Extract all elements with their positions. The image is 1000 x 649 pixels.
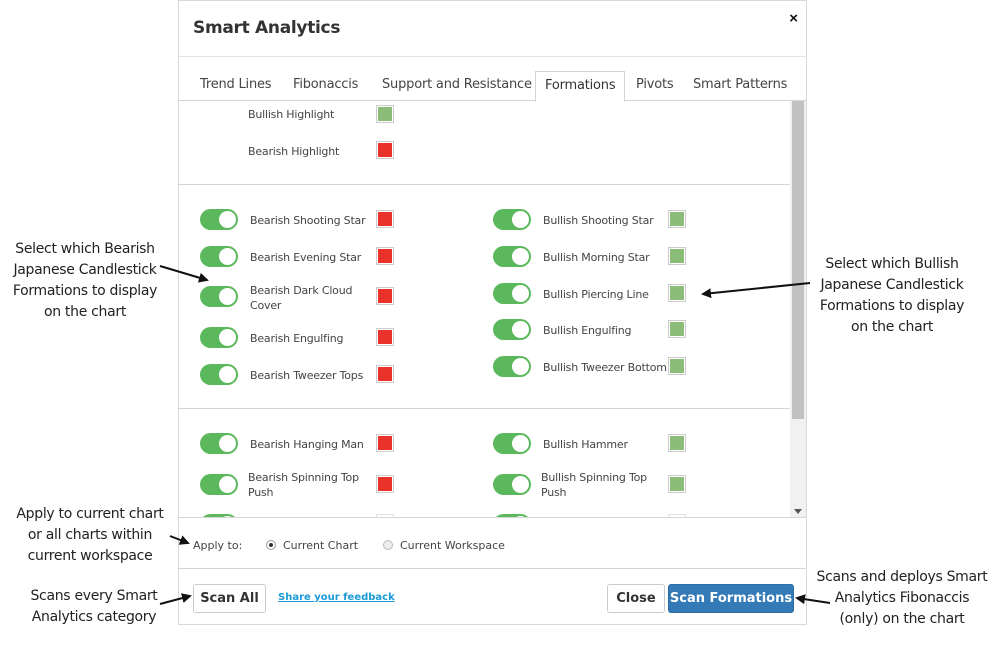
vertical-scrollbar[interactable] — [790, 101, 806, 517]
bullish-piercing-line-label: Bullish Piercing Line — [543, 288, 649, 301]
bullish-shooting-star-label: Bullish Shooting Star — [543, 214, 654, 227]
toggle-bearish-dark-cloud-cover[interactable] — [200, 286, 238, 307]
bearish-shooting-star-color-swatch[interactable] — [376, 210, 394, 228]
bullish-spinning-top-push-color-swatch[interactable] — [668, 475, 686, 493]
bullish-highlight-color-swatch[interactable] — [376, 105, 394, 123]
bearish-dark-cloud-cover-color-swatch[interactable] — [376, 287, 394, 305]
close-icon[interactable]: × — [789, 11, 798, 27]
section-divider — [179, 184, 790, 185]
toggle-bullish-engulfing[interactable] — [493, 319, 531, 340]
toggle-bullish-tweezer-bottom[interactable] — [493, 356, 531, 377]
close-button[interactable]: Close — [607, 584, 665, 613]
dialog-footer: Scan All Share your feedback Close Scan … — [179, 569, 806, 625]
bullish-piercing-line-color-swatch[interactable] — [668, 284, 686, 302]
tab-trend-lines[interactable]: Trend Lines — [200, 71, 272, 101]
dialog-header: Smart Analytics × — [179, 1, 806, 57]
dialog-title: Smart Analytics — [193, 18, 341, 38]
toggle-bullish-spinning-top-push[interactable] — [493, 474, 531, 495]
tab-pivots[interactable]: Pivots — [636, 71, 674, 101]
scan-all-button[interactable]: Scan All — [193, 584, 266, 613]
bearish-engulfing-label: Bearish Engulfing — [250, 332, 344, 345]
bullish-highlight-label: Bullish Highlight — [248, 108, 335, 121]
radio-current-chart[interactable] — [266, 540, 276, 550]
bearish-hanging-man-color-swatch[interactable] — [376, 434, 394, 452]
bearish-evening-star-label: Bearish Evening Star — [250, 251, 362, 264]
tab-formations[interactable]: Formations — [535, 71, 626, 102]
bullish-hammer-label: Bullish Hammer — [543, 438, 628, 451]
toggle-bearish-hanging-man[interactable] — [200, 433, 238, 454]
formations-list: Bullish Highlight Bearish Highlight Bear… — [179, 101, 790, 517]
radio-current-workspace-label[interactable]: Current Workspace — [400, 539, 505, 552]
bearish-tweezer-tops-label: Bearish Tweezer Tops — [250, 369, 364, 382]
bearish-hanging-man-label: Bearish Hanging Man — [250, 438, 364, 451]
bullish-tweezer-bottom-label: Bullish Tweezer Bottom — [543, 361, 667, 374]
toggle-bullish-shooting-star[interactable] — [493, 209, 531, 230]
toggle-bullish-morning-star[interactable] — [493, 246, 531, 267]
scan-all-annotation: Scans every Smart Analytics category — [30, 588, 158, 625]
bearish-annotation: Select which Bearish Japanese Candlestic… — [12, 241, 158, 320]
toggle-bearish-engulfing[interactable] — [200, 327, 238, 348]
bullish-morning-star-label: Bullish Morning Star — [543, 251, 650, 264]
toggle-bearish-tweezer-tops[interactable] — [200, 364, 238, 385]
share-feedback-link[interactable]: Share your feedback — [278, 592, 395, 603]
toggle-bullish-hammer[interactable] — [493, 433, 531, 454]
scroll-down-arrow-icon[interactable] — [794, 509, 802, 514]
tab-fibonaccis[interactable]: Fibonaccis — [293, 71, 358, 101]
tab-bar: Trend Lines Fibonaccis Support and Resis… — [179, 71, 806, 102]
bullish-shooting-star-color-swatch[interactable] — [668, 210, 686, 228]
scrollbar-thumb[interactable] — [792, 101, 804, 419]
bearish-shooting-star-label: Bearish Shooting Star — [250, 214, 366, 227]
bullish-engulfing-label: Bullish Engulfing — [543, 324, 632, 337]
apply-to-row: Apply to: Current Chart Current Workspac… — [179, 517, 806, 569]
bullish-annotation: Select which Bullish Japanese Candlestic… — [819, 256, 965, 335]
toggle-bearish-evening-star[interactable] — [200, 246, 238, 267]
apply-to-label: Apply to: — [193, 539, 243, 552]
bullish-tweezer-bottom-color-swatch[interactable] — [668, 357, 686, 375]
radio-current-chart-label[interactable]: Current Chart — [283, 539, 358, 552]
bearish-engulfing-color-swatch[interactable] — [376, 328, 394, 346]
section-divider — [179, 408, 790, 409]
bearish-highlight-label: Bearish Highlight — [248, 145, 340, 158]
toggle-bullish-piercing-line[interactable] — [493, 283, 531, 304]
apply-annotation: Apply to current chart or all charts wit… — [16, 506, 164, 564]
bearish-spinning-top-push-color-swatch[interactable] — [376, 475, 394, 493]
bearish-spinning-top-push-label: Bearish Spinning Top Push — [248, 471, 359, 499]
tab-smart-patterns[interactable]: Smart Patterns — [693, 71, 787, 101]
screenshot-stage: Smart Analytics × Trend Lines Fibonaccis… — [0, 0, 1000, 649]
radio-current-workspace[interactable] — [383, 540, 393, 550]
bearish-dark-cloud-cover-label: Bearish Dark Cloud Cover — [250, 284, 353, 312]
bullish-hammer-color-swatch[interactable] — [668, 434, 686, 452]
formations-panel: Bullish Highlight Bearish Highlight Bear… — [179, 101, 806, 517]
scan-formations-button[interactable]: Scan Formations — [668, 584, 794, 613]
bullish-morning-star-color-swatch[interactable] — [668, 247, 686, 265]
bullish-engulfing-color-swatch[interactable] — [668, 320, 686, 338]
bullish-spinning-top-push-label: Bullish Spinning Top Push — [541, 471, 647, 499]
bearish-tweezer-tops-color-swatch[interactable] — [376, 365, 394, 383]
bearish-highlight-color-swatch[interactable] — [376, 141, 394, 159]
bearish-evening-star-color-swatch[interactable] — [376, 247, 394, 265]
tab-support-resistance[interactable]: Support and Resistance — [382, 71, 532, 101]
scan-formations-annotation: Scans and deploys Smart Analytics Fibona… — [816, 569, 988, 627]
toggle-bearish-shooting-star[interactable] — [200, 209, 238, 230]
smart-analytics-dialog: Smart Analytics × Trend Lines Fibonaccis… — [178, 0, 807, 625]
toggle-bearish-spinning-top-push[interactable] — [200, 474, 238, 495]
